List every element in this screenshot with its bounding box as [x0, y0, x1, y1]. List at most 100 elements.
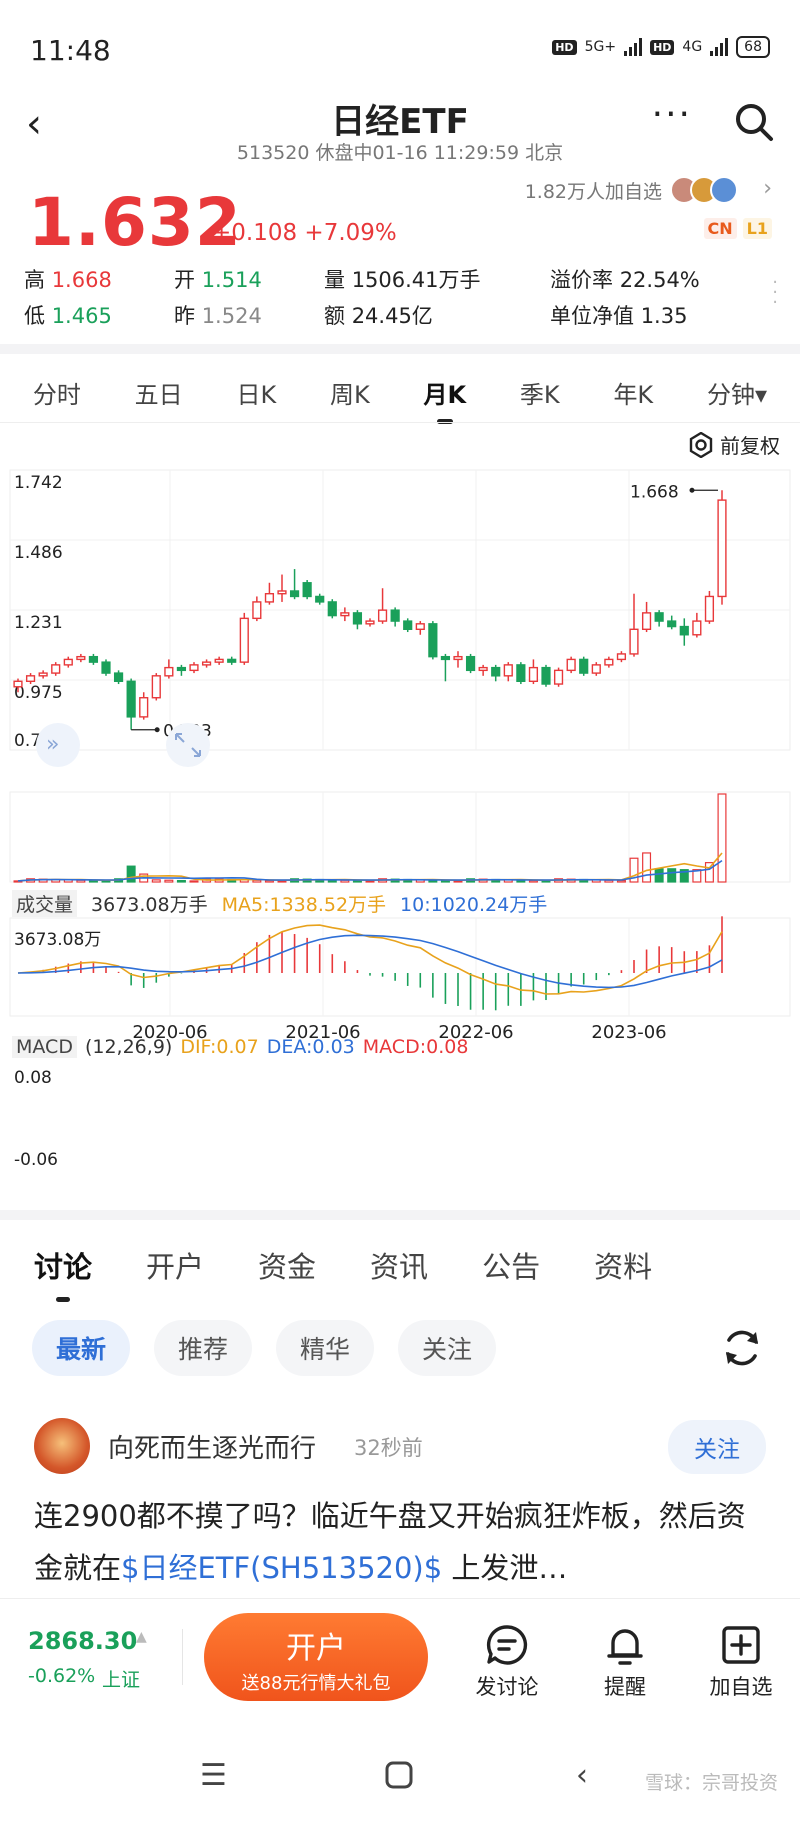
tab-quarterly-k[interactable]: 季K [520, 375, 560, 410]
high-label: 1.668 [630, 482, 679, 502]
current-price: 1.632 [28, 184, 242, 261]
kline-chart[interactable]: 1.7421.4861.2310.9750.719 2020-062021-06… [0, 460, 800, 1200]
back-nav-icon[interactable]: ‹ [576, 1758, 588, 1793]
open-account-sub: 送88元行情大礼包 [241, 1673, 391, 1694]
candle-body [579, 658, 589, 674]
tab-intraday[interactable]: 分时 [33, 375, 81, 410]
candle-body [553, 669, 564, 685]
system-nav-bar: ☰ ‹ 雪球：宗哥投资 [0, 1728, 800, 1822]
price-axis-label: 1.231 [14, 613, 63, 633]
tab-minute[interactable]: 分钟▾ [707, 375, 767, 410]
candle-body [101, 661, 111, 674]
battery-icon: 68 [736, 36, 770, 58]
refresh-icon[interactable] [720, 1326, 764, 1370]
avatar[interactable] [34, 1418, 90, 1474]
candle-body [692, 620, 702, 636]
watermark: 雪球：宗哥投资 [644, 1772, 778, 1794]
triangle-up-icon: ▲ [136, 1629, 147, 1645]
volume-bar [126, 865, 136, 883]
tab-profile[interactable]: 资料 [594, 1244, 652, 1286]
volume-current: 3673.08万手 [91, 894, 208, 916]
post-text-tail: 上发泄… [442, 1551, 568, 1585]
candle-body [478, 666, 488, 672]
search-icon[interactable] [734, 102, 774, 142]
volume-ma10-line [17, 859, 723, 882]
x-axis-label: 2023-06 [591, 1022, 666, 1043]
avatar-group [670, 176, 738, 204]
expand-dots-icon[interactable]: · · · [772, 274, 778, 312]
stat-amount: 额 24.45亿 [324, 304, 433, 328]
index-value: 2868.30 [28, 1627, 138, 1655]
filter-latest[interactable]: 最新 [32, 1320, 131, 1376]
divider [0, 1210, 800, 1220]
tab-open-account[interactable]: 开户 [146, 1244, 204, 1286]
tab-monthly-k[interactable]: 月K [424, 375, 466, 424]
volume-bar [176, 879, 186, 883]
remind-label: 提醒 [604, 1675, 646, 1699]
candle-body [428, 623, 438, 658]
chevron-right-icon[interactable]: › [763, 176, 772, 201]
discuss-button[interactable]: 发讨论 [462, 1623, 552, 1701]
open-account-button[interactable]: 开户 送88元行情大礼包 [204, 1613, 428, 1701]
tab-announcements[interactable]: 公告 [482, 1244, 540, 1286]
candle-body [641, 612, 652, 630]
candle-body [667, 620, 677, 628]
candle-body [352, 612, 363, 625]
candle-body [616, 653, 627, 661]
candle-body [126, 680, 136, 718]
candle-body [88, 655, 99, 663]
watchers-count: 1.82万人加自选 [524, 180, 662, 203]
volume-bar [277, 880, 287, 883]
post-username[interactable]: 向死而生逐光而行 [108, 1428, 316, 1465]
volume-bar [101, 880, 111, 883]
tab-yearly-k[interactable]: 年K [613, 375, 653, 410]
more-icon[interactable]: ··· [652, 94, 692, 135]
adjust-toggle[interactable]: 前复权 [688, 430, 780, 459]
filter-following[interactable]: 关注 [398, 1320, 497, 1376]
follow-button[interactable]: 关注 [668, 1420, 766, 1474]
candle-body [239, 617, 249, 663]
signal-icon [624, 38, 643, 56]
candle-body [415, 623, 425, 630]
volume-bar [717, 793, 727, 883]
dea-line [17, 934, 723, 989]
volume-bars [13, 793, 727, 883]
stat-volume: 量 1506.41万手 [324, 268, 481, 292]
candle-body [679, 625, 689, 636]
remind-button[interactable]: 提醒 [580, 1623, 670, 1701]
macd-dea: DEA:0.03 [266, 1036, 355, 1058]
stat-high: 高 1.668 [24, 268, 112, 292]
menu-icon[interactable]: ☰ [200, 1758, 227, 1793]
macd-value: MACD:0.08 [362, 1036, 469, 1058]
tab-discussion[interactable]: 讨论 [34, 1244, 92, 1302]
tab-funds[interactable]: 资金 [258, 1244, 316, 1286]
candle-body [227, 658, 237, 663]
volume-bar [252, 879, 262, 883]
post-content[interactable]: 连2900都不摸了吗？临近午盘又开始疯狂炸板，然后资金就在$日经ETF(SH51… [34, 1490, 774, 1594]
home-icon[interactable] [384, 1760, 414, 1790]
candle-body [189, 664, 199, 672]
double-chevron-right-icon: » [46, 732, 59, 757]
macd-axis-top: 0.08 [14, 1068, 52, 1088]
candle-body [390, 609, 400, 622]
filter-featured[interactable]: 精华 [276, 1320, 375, 1376]
network-5g: 5G+ [584, 39, 617, 55]
divider [182, 1629, 183, 1685]
candle-body [453, 655, 463, 661]
stock-link[interactable]: $日经ETF(SH513520)$ [121, 1551, 442, 1585]
tab-daily-k[interactable]: 日K [236, 375, 276, 410]
tab-news[interactable]: 资讯 [370, 1244, 428, 1286]
tab-five-day[interactable]: 五日 [135, 375, 183, 410]
candle-body [151, 675, 161, 699]
tab-weekly-k[interactable]: 周K [330, 375, 370, 410]
volume-bar [151, 879, 161, 883]
add-watch-button[interactable]: 加自选 [696, 1623, 786, 1701]
volume-ma5-line [17, 852, 723, 882]
signal-icon [710, 38, 729, 56]
volume-bar [654, 868, 664, 883]
watchers[interactable]: 1.82万人加自选 [525, 176, 738, 204]
filter-recommended[interactable]: 推荐 [154, 1320, 253, 1376]
macd-dif: DIF:0.07 [180, 1036, 259, 1058]
discuss-label: 发讨论 [475, 1675, 539, 1699]
price-axis-label: 1.742 [14, 473, 63, 493]
